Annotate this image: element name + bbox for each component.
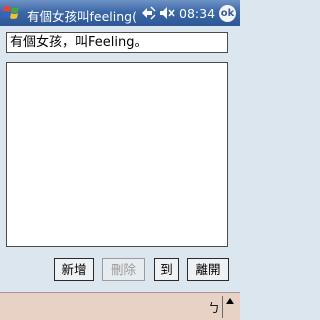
divider [222,296,223,318]
input-panel-button[interactable]: ㄅ [208,299,220,316]
window-title: 有個女孩叫feeling(ẟ [27,9,137,24]
delete-button[interactable]: 刪除 [102,258,145,281]
up-arrow-icon[interactable] [226,298,234,304]
ok-button[interactable]: ok [219,5,236,22]
subject-field[interactable]: 有個女孩，叫Feeling。 [6,32,228,53]
goto-button[interactable]: 到 [154,258,179,281]
clock[interactable]: 08:34 [179,6,215,21]
system-tray[interactable] [139,5,179,21]
connectivity-icon[interactable] [142,6,156,20]
speaker-muted-icon[interactable] [160,7,175,19]
note-body-textarea[interactable] [6,62,228,247]
windows-flag-icon [2,6,19,19]
new-button[interactable]: 新增 [54,258,94,281]
leave-button[interactable]: 離開 [187,258,229,281]
command-bar: ㄅ [0,292,240,320]
start-button[interactable] [2,4,22,22]
title-bar: 有個女孩叫feeling(ẟ 08:34 ok [0,0,240,26]
